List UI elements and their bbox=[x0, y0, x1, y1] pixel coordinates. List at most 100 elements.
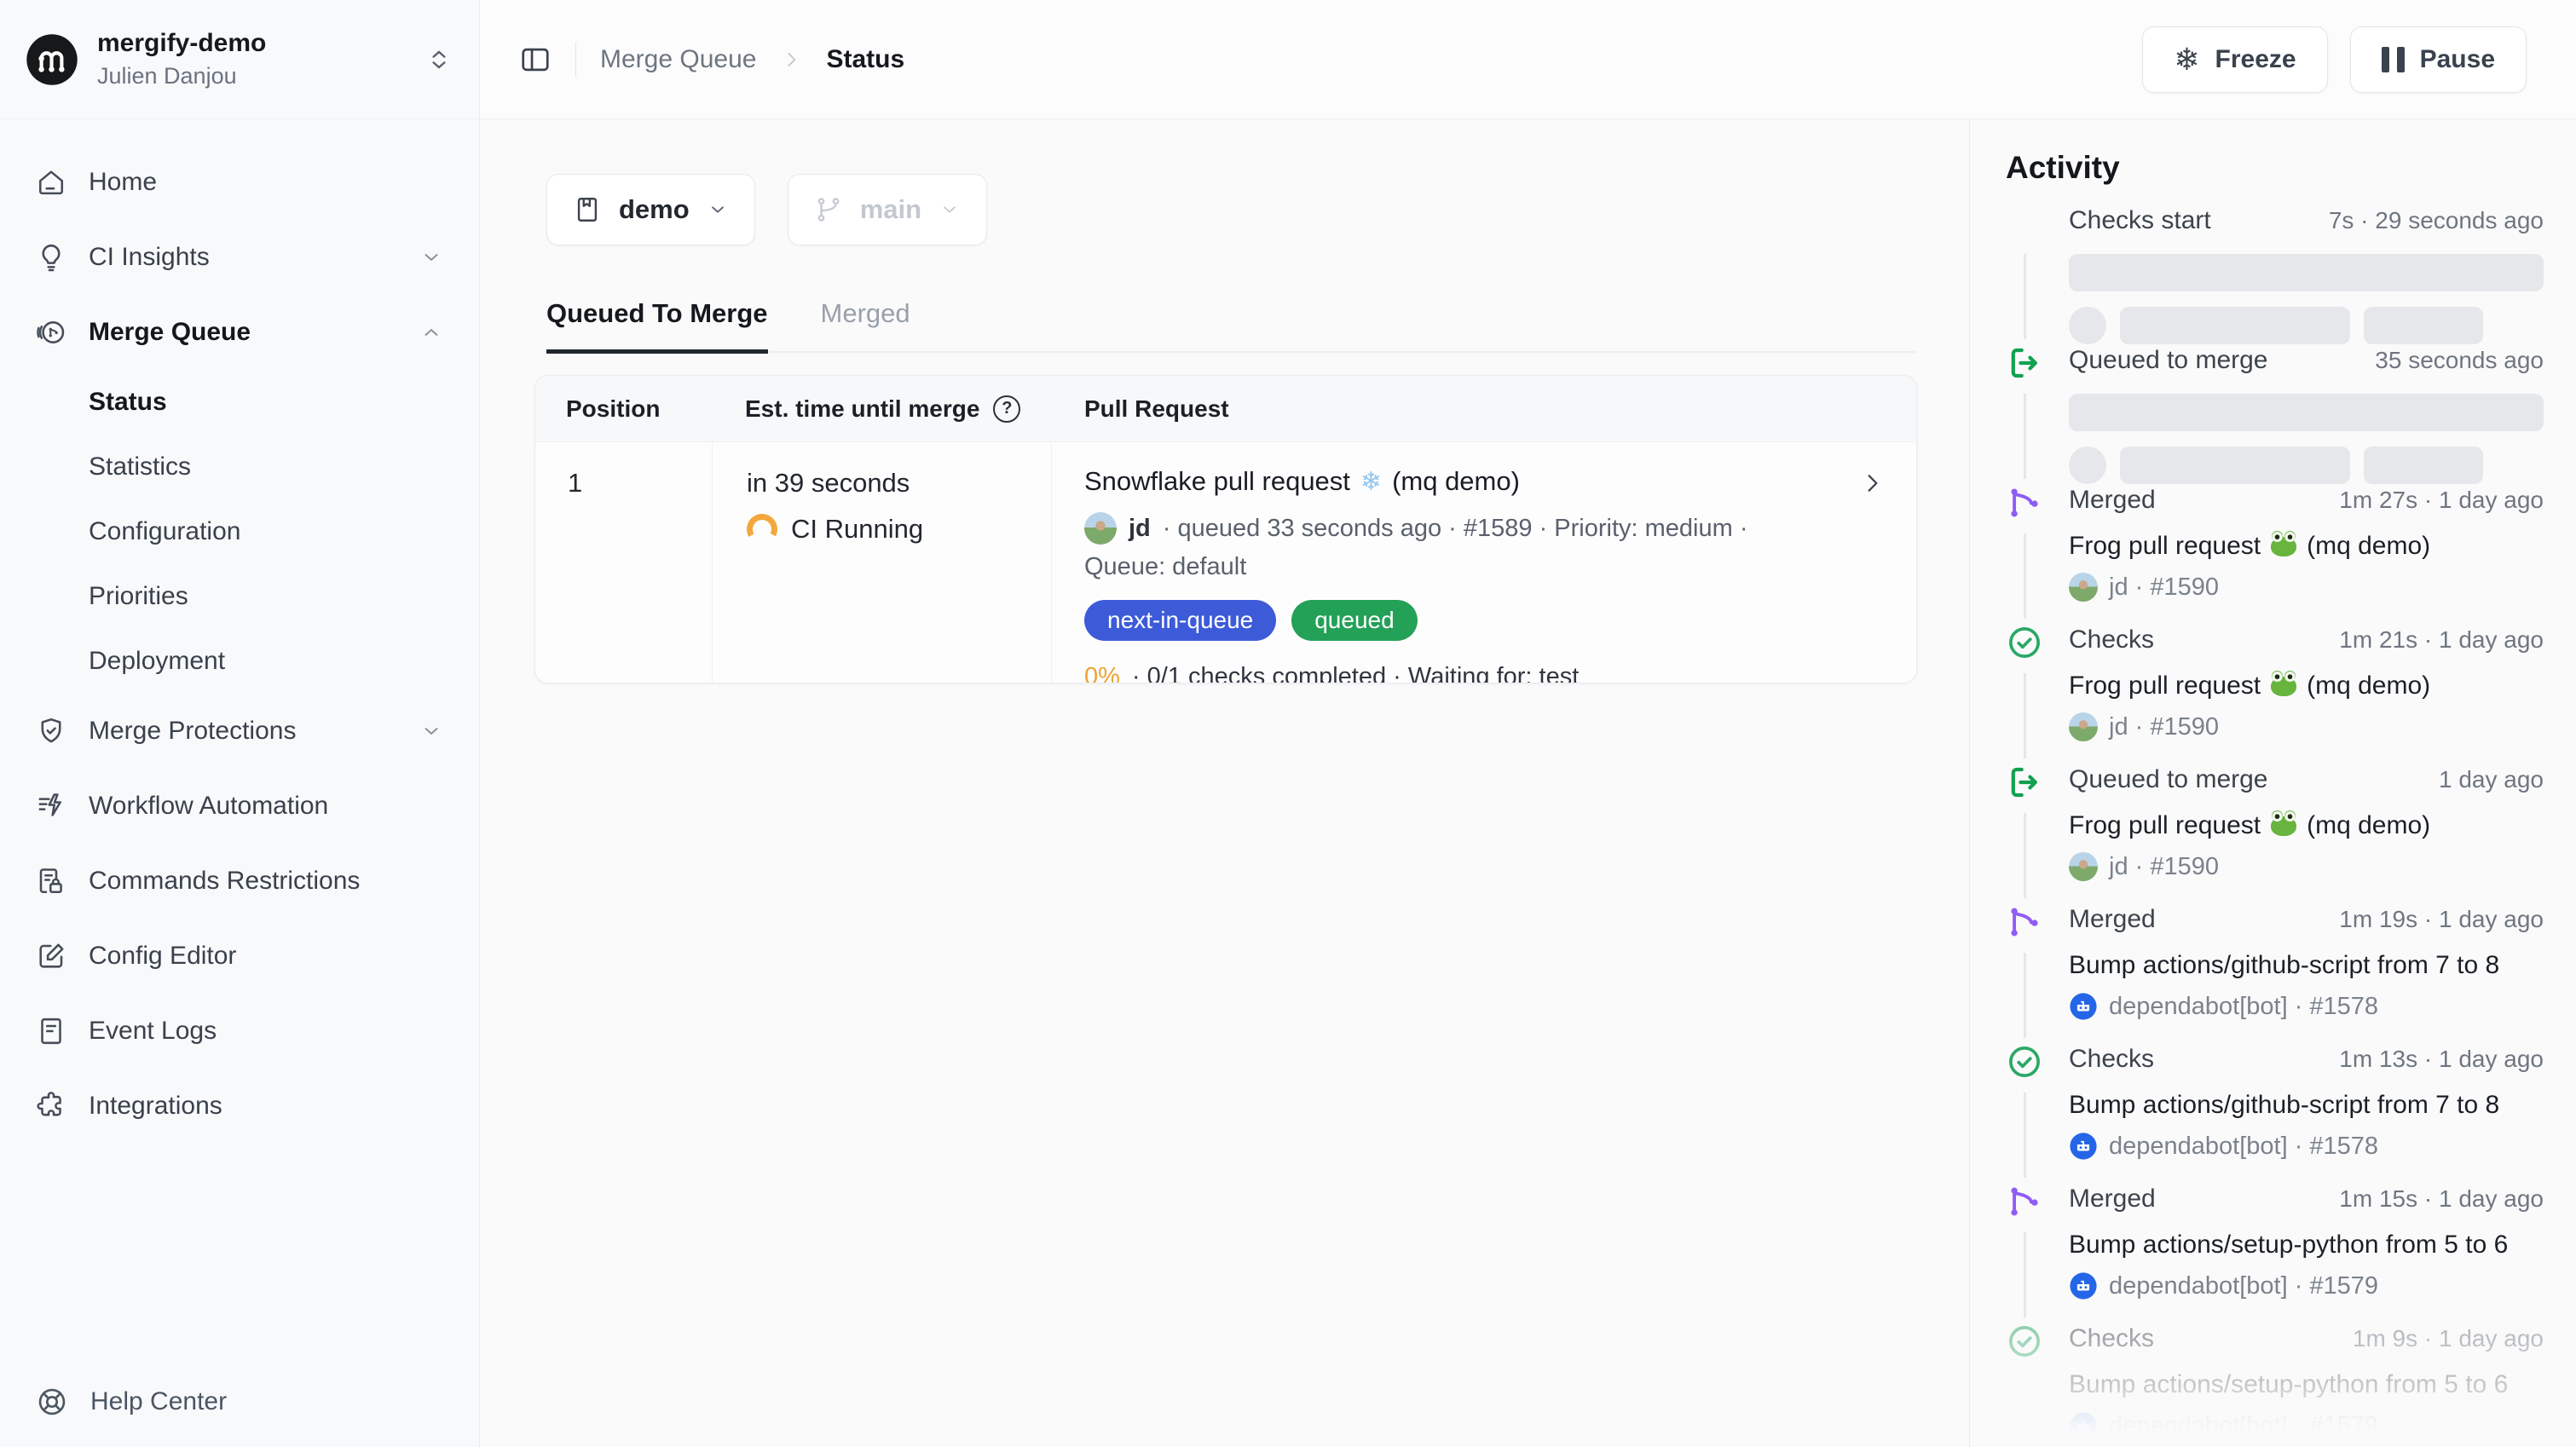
breadcrumb-section[interactable]: Merge Queue bbox=[600, 45, 756, 74]
sidebar-item-workflow-automation[interactable]: Workflow Automation bbox=[20, 769, 459, 844]
activity-pr-meta: jd · #1590 bbox=[2069, 712, 2544, 741]
chevron-down-icon bbox=[419, 719, 443, 743]
sidebar-item-event-logs[interactable]: Event Logs bbox=[20, 994, 459, 1069]
branch-value: main bbox=[860, 194, 921, 225]
activity-event-label: Merged bbox=[2069, 486, 2156, 515]
activity-event-time: 1m 15s · 1 day ago bbox=[2339, 1185, 2544, 1213]
sidebar-item-commands-restrictions[interactable]: Commands Restrictions bbox=[20, 844, 459, 919]
sidebar-item-label: Merge Queue bbox=[89, 318, 251, 347]
pause-button[interactable]: Pause bbox=[2350, 26, 2527, 93]
cell-est-time: in 39 seconds CI Running bbox=[713, 442, 1052, 683]
activity-pr-meta: jd · #1590 bbox=[2069, 573, 2544, 602]
document-lock-icon bbox=[36, 866, 66, 896]
activity-item: Queued to merge 35 seconds ago bbox=[2006, 344, 2544, 484]
activity-pr-meta: dependabot[bot] · #1579 bbox=[2069, 1271, 2544, 1300]
sidebar-item-ci-insights[interactable]: CI Insights bbox=[20, 220, 459, 295]
table-row[interactable]: 1 in 39 seconds CI Running Snowflake pul… bbox=[535, 442, 1916, 683]
activity-pr-title[interactable]: Bump actions/github-script from 7 to 8 bbox=[2069, 951, 2544, 980]
sidebar-item-label: Event Logs bbox=[89, 1017, 217, 1046]
activity-pr-title[interactable]: Bump actions/setup-python from 5 to 6 bbox=[2069, 1370, 2544, 1399]
chevron-down-icon bbox=[707, 199, 729, 221]
snowflake-emoji bbox=[1360, 467, 1382, 497]
frog-emoji bbox=[2271, 816, 2296, 836]
activity-pr-title[interactable]: Bump actions/setup-python from 5 to 6 bbox=[2069, 1231, 2544, 1260]
chevron-down-icon bbox=[939, 199, 961, 221]
activity-event-time: 1m 27s · 1 day ago bbox=[2339, 487, 2544, 514]
checks-circle-icon bbox=[2006, 624, 2043, 661]
pr-title[interactable]: Snowflake pull request (mq demo) bbox=[1084, 466, 1882, 497]
select-updown-icon bbox=[425, 45, 453, 74]
dependabot-icon bbox=[2069, 992, 2098, 1021]
sidebar-item-label: Configuration bbox=[89, 517, 240, 546]
sidebar-item-integrations[interactable]: Integrations bbox=[20, 1069, 459, 1144]
skeleton-bar bbox=[2120, 447, 2350, 484]
activity-pr-title[interactable]: Frog pull request(mq demo) bbox=[2069, 811, 2544, 840]
dependabot-icon bbox=[2069, 1132, 2098, 1161]
document-lines-icon bbox=[36, 1016, 66, 1046]
activity-item: Checks 1m 13s · 1 day ago Bump actions/g… bbox=[2006, 1043, 2544, 1183]
activity-pr-title[interactable]: Frog pull request(mq demo) bbox=[2069, 672, 2544, 700]
org-switcher[interactable]: mergify-demo Julien Danjou bbox=[0, 0, 479, 119]
checks-circle-icon bbox=[2006, 1323, 2043, 1360]
git-branch-icon bbox=[814, 195, 843, 224]
freeze-label: Freeze bbox=[2215, 45, 2296, 74]
sidebar-item-label: Config Editor bbox=[89, 942, 236, 971]
table-header: Position Est. time until merge ? Pull Re… bbox=[535, 376, 1916, 442]
sidebar-item-merge-protections[interactable]: Merge Protections bbox=[20, 694, 459, 769]
help-circle-icon[interactable]: ? bbox=[993, 395, 1020, 423]
skeleton-circle bbox=[2069, 447, 2106, 484]
activity-event-label: Merged bbox=[2069, 905, 2156, 934]
repo-book-icon bbox=[573, 195, 602, 224]
activity-pr-title[interactable]: Bump actions/github-script from 7 to 8 bbox=[2069, 1091, 2544, 1120]
activity-title: Activity bbox=[2006, 150, 2544, 186]
tab-queued-to-merge[interactable]: Queued To Merge bbox=[546, 298, 768, 354]
chevron-down-icon bbox=[419, 245, 443, 269]
activity-item: Merged 1m 15s · 1 day ago Bump actions/s… bbox=[2006, 1183, 2544, 1323]
git-merge-icon bbox=[2006, 1183, 2043, 1220]
branch-select[interactable]: main bbox=[788, 174, 987, 245]
queue-table: Position Est. time until merge ? Pull Re… bbox=[534, 375, 1917, 683]
activity-event-label: Queued to merge bbox=[2069, 765, 2267, 794]
lightbulb-icon bbox=[36, 242, 66, 273]
sidebar-item-statistics[interactable]: Statistics bbox=[20, 435, 459, 499]
eta-text: in 39 seconds bbox=[747, 468, 1051, 499]
sidebar-item-deployment[interactable]: Deployment bbox=[20, 629, 459, 694]
repository-select[interactable]: demo bbox=[546, 174, 755, 245]
activity-pr-title[interactable]: Frog pull request(mq demo) bbox=[2069, 532, 2544, 561]
sidebar-toggle-icon[interactable] bbox=[519, 43, 552, 76]
avatar bbox=[1084, 512, 1117, 545]
sidebar-item-priorities[interactable]: Priorities bbox=[20, 564, 459, 629]
sidebar-item-config-editor[interactable]: Config Editor bbox=[20, 919, 459, 994]
dependabot-icon bbox=[2069, 1411, 2098, 1440]
activity-event-time: 1m 21s · 1 day ago bbox=[2339, 626, 2544, 654]
activity-item: Checks 1m 21s · 1 day ago Frog pull requ… bbox=[2006, 624, 2544, 764]
skeleton-bar bbox=[2364, 447, 2483, 484]
badge-queued: queued bbox=[1291, 600, 1417, 641]
merge-queue-icon bbox=[36, 317, 66, 348]
activity-item: Checks start 7s · 29 seconds ago bbox=[2006, 205, 2544, 344]
chevron-right-icon[interactable] bbox=[1858, 470, 1886, 497]
activity-item: Merged 1m 19s · 1 day ago Bump actions/g… bbox=[2006, 903, 2544, 1043]
sidebar-item-label: CI Insights bbox=[89, 243, 210, 272]
activity-pr-meta: dependabot[bot] · #1578 bbox=[2069, 992, 2544, 1021]
pr-meta: jd · queued 33 seconds ago · #1589 · Pri… bbox=[1084, 512, 1882, 545]
skeleton-bar bbox=[2120, 307, 2350, 344]
puzzle-icon bbox=[36, 1091, 66, 1121]
tab-merged[interactable]: Merged bbox=[821, 298, 910, 351]
divider bbox=[575, 42, 576, 78]
sidebar-item-home[interactable]: Home bbox=[20, 145, 459, 220]
sidebar-item-merge-queue[interactable]: Merge Queue bbox=[20, 295, 459, 370]
pause-icon bbox=[2382, 47, 2405, 72]
help-center-link[interactable]: Help Center bbox=[36, 1386, 227, 1418]
chevron-up-icon bbox=[419, 320, 443, 344]
sidebar-item-configuration[interactable]: Configuration bbox=[20, 499, 459, 564]
chevron-right-icon bbox=[780, 49, 802, 71]
sidebar-item-status[interactable]: Status bbox=[20, 370, 459, 435]
activity-event-label: Checks bbox=[2069, 1045, 2154, 1074]
avatar bbox=[2069, 712, 2098, 741]
frog-emoji bbox=[2271, 537, 2296, 556]
home-icon bbox=[36, 167, 66, 198]
freeze-button[interactable]: Freeze bbox=[2142, 26, 2327, 93]
pr-queue-name: Queue: default bbox=[1084, 553, 1882, 581]
sidebar-item-label: Priorities bbox=[89, 582, 188, 611]
